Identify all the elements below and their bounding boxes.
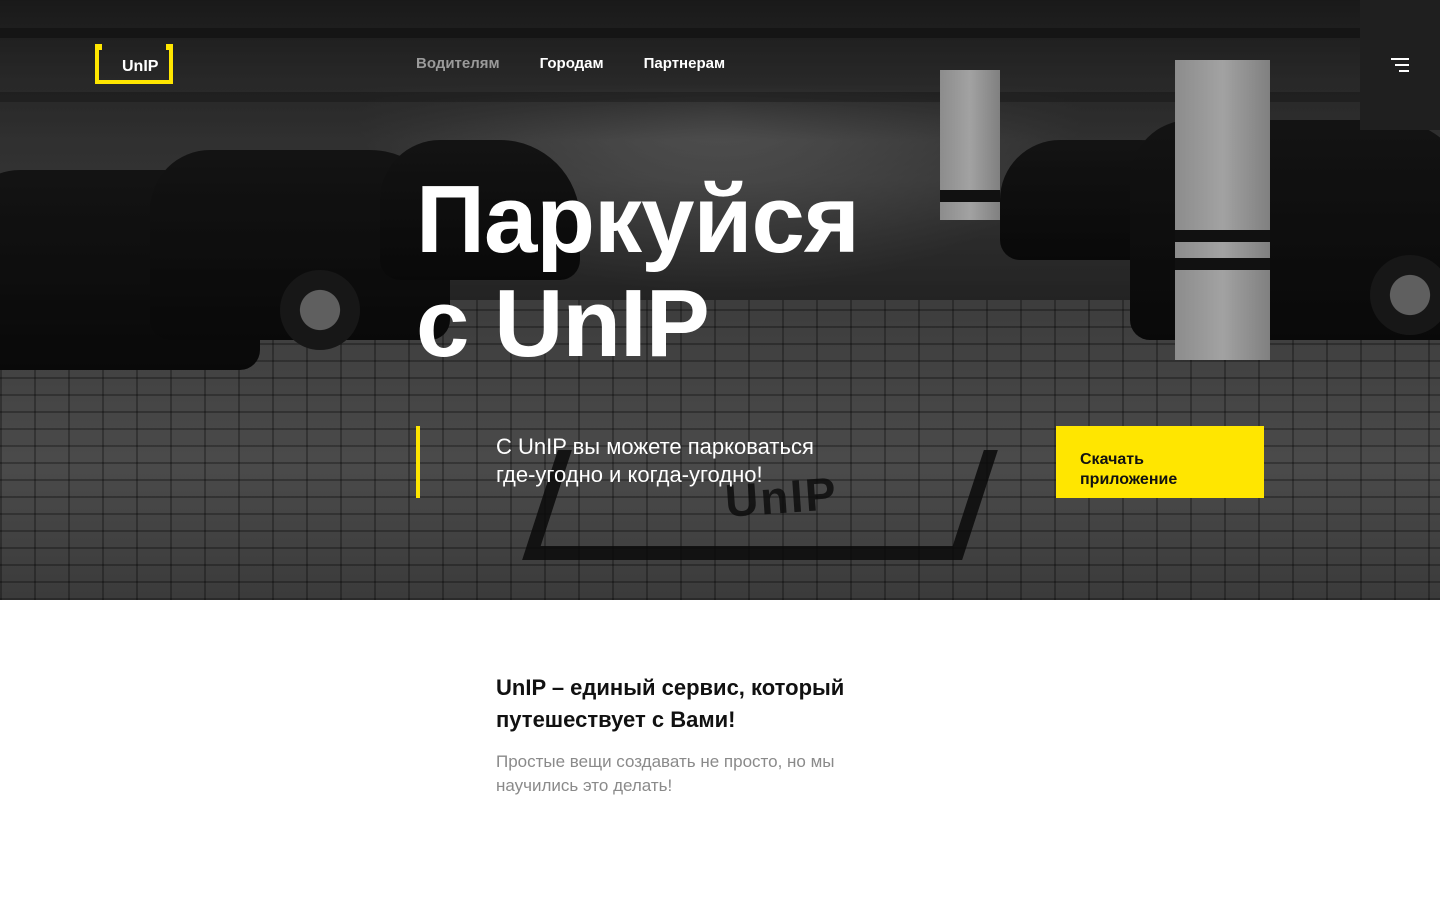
download-app-button-label: Скачать xyxy=(1080,451,1144,468)
hero-title-line: Паркуйся xyxy=(416,166,860,273)
hamburger-menu-icon xyxy=(1391,58,1409,72)
info-heading-line: путешествует с Вами! xyxy=(496,707,736,732)
info-text-line: научились это делать! xyxy=(496,776,673,795)
main-nav: Водителям Городам Партнерам xyxy=(416,55,725,72)
hero-subtitle-line: где-угодно и когда-угодно! xyxy=(496,462,763,487)
hero-title-line: с UnIP xyxy=(416,270,710,377)
accent-bar xyxy=(416,426,420,498)
nav-item-partners[interactable]: Партнерам xyxy=(644,55,725,72)
info-heading: UnIP – единый сервис, который путешеству… xyxy=(496,672,916,736)
info-heading-line: UnIP – единый сервис, который xyxy=(496,675,845,700)
hero-subtitle: С UnIP вы можете парковаться где-угодно … xyxy=(496,433,916,489)
hero-section: UnIP UnIP Водителям Городам Партнерам Па… xyxy=(0,0,1440,600)
logo-text: UnIP xyxy=(122,58,159,75)
nav-item-drivers[interactable]: Водителям xyxy=(416,55,500,72)
nav-item-cities[interactable]: Городам xyxy=(540,55,604,72)
download-app-button[interactable]: Скачать приложение xyxy=(1056,426,1264,498)
page: UnIP UnIP Водителям Городам Партнерам Па… xyxy=(0,0,1440,900)
logo[interactable]: UnIP xyxy=(95,44,173,84)
menu-button[interactable] xyxy=(1360,0,1440,130)
hero-subtitle-line: С UnIP вы можете парковаться xyxy=(496,434,814,459)
hero-title: Паркуйся с UnIP xyxy=(416,168,976,376)
download-app-button-label: приложение xyxy=(1080,471,1178,488)
info-text: Простые вещи создавать не просто, но мы … xyxy=(496,750,916,798)
info-text-line: Простые вещи создавать не просто, но мы xyxy=(496,752,835,771)
